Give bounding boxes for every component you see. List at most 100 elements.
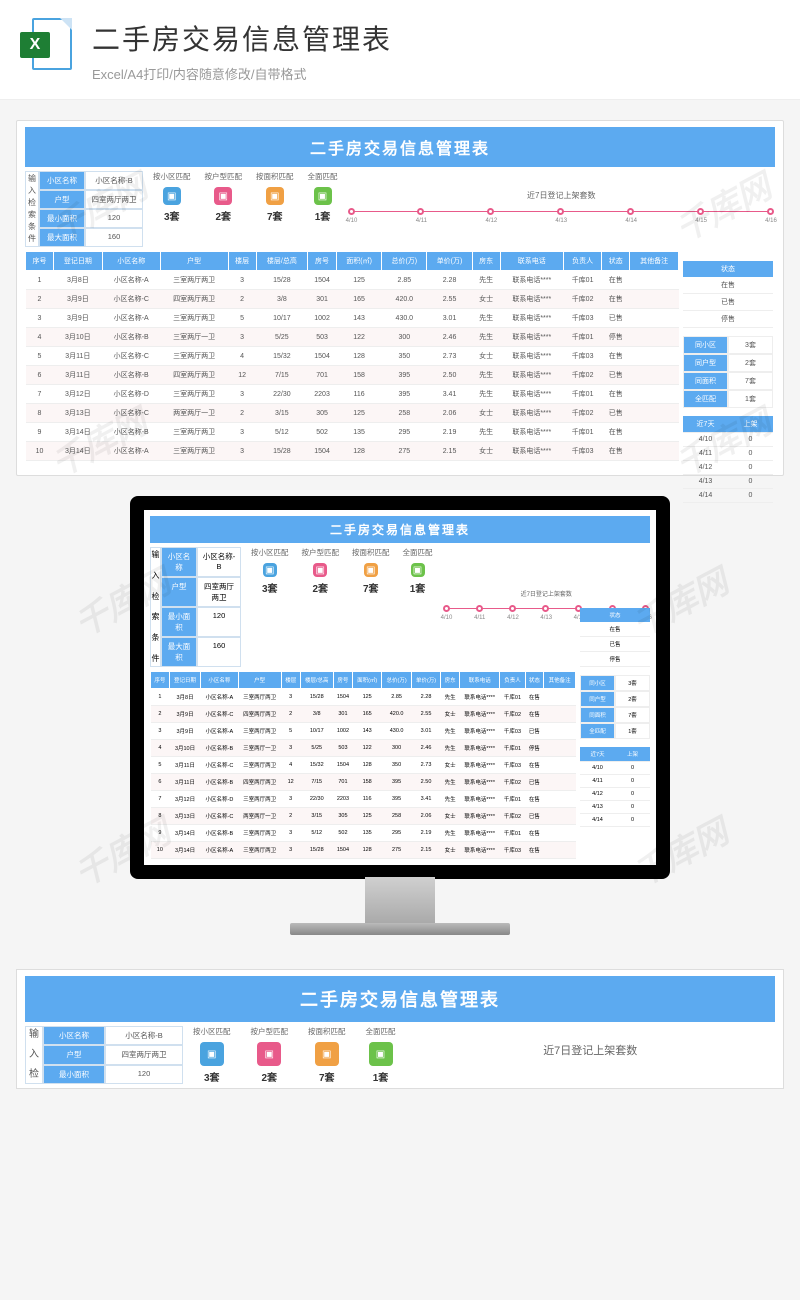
filter-value[interactable]: 小区名称-B	[105, 1026, 183, 1045]
side-panels: 状态 在售已售停售 同小区3套同户型2套同面积7套全匹配1套 近7天上架 4/1…	[683, 261, 773, 511]
table-row[interactable]: 93月14日小区名称-B三室两厅两卫35/125021352952.19先生联系…	[151, 825, 576, 842]
chart-tick	[443, 605, 450, 612]
cell: 116	[352, 791, 381, 808]
column-header[interactable]: 单价(万)	[411, 672, 440, 689]
days-cell: 4/14	[580, 814, 615, 826]
cell: 3.41	[427, 385, 472, 404]
column-header[interactable]: 总价(万)	[382, 672, 411, 689]
cell: 已售	[525, 808, 544, 825]
cell: 先生	[441, 689, 460, 706]
table-row[interactable]: 63月11日小区名称-B四室两厅两卫127/157011583952.50先生联…	[26, 366, 679, 385]
cell: 8	[26, 404, 54, 423]
filter-value[interactable]: 160	[85, 228, 143, 247]
column-header[interactable]: 序号	[151, 672, 170, 689]
table-row[interactable]: 33月9日小区名称-A三室两厅两卫510/171002143430.03.01先…	[26, 309, 679, 328]
filter-label: 最大面积	[39, 228, 85, 247]
status-item: 已售	[683, 294, 773, 310]
column-header[interactable]: 登记日期	[169, 672, 201, 689]
table-row[interactable]: 103月14日小区名称-A三室两厅两卫315/2815041282752.15女…	[26, 442, 679, 461]
filter-value[interactable]: 小区名称-B	[197, 547, 241, 577]
cell: 千库01	[500, 689, 525, 706]
filter-value[interactable]: 四室两厅两卫	[197, 577, 241, 607]
cell: 502	[333, 825, 352, 842]
column-header[interactable]: 面积(㎡)	[352, 672, 381, 689]
monitor-screen: 二手房交易信息管理表 输入检索条件 小区名称小区名称-B户型四室两厅两卫最小面积…	[130, 496, 670, 879]
filter-vertical-label: 输入检索条件	[25, 171, 39, 247]
table-row[interactable]: 43月10日小区名称-B三室两厅一卫35/255031223002.46先生联系…	[26, 328, 679, 347]
table-row[interactable]: 73月12日小区名称-D三室两厅两卫322/3022031163953.41先生…	[151, 791, 576, 808]
cell: 联系电话****	[500, 423, 563, 442]
filter-vertical-label: 输入检索条件	[150, 547, 161, 667]
cell: 女士	[441, 757, 460, 774]
cell: 3	[281, 842, 300, 859]
cell	[544, 723, 576, 740]
match-value: 2套	[728, 354, 773, 372]
cell: 小区名称-B	[102, 328, 160, 347]
table-row[interactable]: 83月13日小区名称-C两室两厅一卫23/153051252582.06女士联系…	[151, 808, 576, 825]
filter-value[interactable]: 120	[197, 607, 241, 637]
column-header[interactable]: 楼层	[281, 672, 300, 689]
table-row[interactable]: 33月9日小区名称-A三室两厅两卫510/171002143430.03.01先…	[151, 723, 576, 740]
match-label: 同小区	[580, 675, 615, 691]
filter-value[interactable]: 160	[197, 637, 241, 667]
column-header[interactable]: 序号	[26, 252, 54, 271]
column-header[interactable]: 负责人	[563, 252, 601, 271]
table-row[interactable]: 93月14日小区名称-B三室两厅两卫35/125021352952.19先生联系…	[26, 423, 679, 442]
table-row[interactable]: 73月12日小区名称-D三室两厅两卫322/3022031163953.41先生…	[26, 385, 679, 404]
column-header[interactable]: 小区名称	[102, 252, 160, 271]
column-header[interactable]: 总价(万)	[382, 252, 427, 271]
filter-value[interactable]: 四室两厅两卫	[85, 190, 143, 209]
table-row[interactable]: 63月11日小区名称-B四室两厅两卫127/157011583952.50先生联…	[151, 774, 576, 791]
days-cell: 4/14	[683, 489, 728, 502]
table-row[interactable]: 13月8日小区名称-A三室两厅两卫315/2815041252.852.28先生…	[151, 689, 576, 706]
filter-value[interactable]: 四室两厅两卫	[105, 1045, 183, 1064]
column-header[interactable]: 房东	[472, 252, 500, 271]
cell: 先生	[441, 740, 460, 757]
page-subtitle: Excel/A4打印/内容随意修改/自带格式	[92, 64, 392, 83]
cell: 2.15	[427, 442, 472, 461]
table-row[interactable]: 53月11日小区名称-C三室两厅两卫415/3215041283502.73女士…	[151, 757, 576, 774]
column-header[interactable]: 负责人	[500, 672, 525, 689]
column-header[interactable]: 户型	[238, 672, 281, 689]
column-header[interactable]: 联系电话	[459, 672, 499, 689]
cell: 165	[336, 290, 381, 309]
column-header[interactable]: 单价(万)	[427, 252, 472, 271]
cell: 联系电话****	[500, 366, 563, 385]
page-header: X 二手房交易信息管理表 Excel/A4打印/内容随意修改/自带格式	[0, 0, 800, 100]
cell: 在售	[525, 842, 544, 859]
table-row[interactable]: 13月8日小区名称-A三室两厅两卫315/2815041252.852.28先生…	[26, 271, 679, 290]
table-row[interactable]: 83月13日小区名称-C两室两厅一卫23/153051252582.06女士联系…	[26, 404, 679, 423]
cell: 3	[228, 423, 256, 442]
table-row[interactable]: 23月9日小区名称-C四室两厅两卫23/8301165420.02.55女士联系…	[151, 706, 576, 723]
monitor-stand-base	[290, 923, 510, 935]
column-header[interactable]: 面积(㎡)	[336, 252, 381, 271]
filter-value[interactable]: 120	[85, 209, 143, 228]
cell: 小区名称-C	[201, 808, 238, 825]
column-header[interactable]: 楼层/总高	[256, 252, 308, 271]
column-header[interactable]: 房号	[333, 672, 352, 689]
column-header[interactable]: 户型	[160, 252, 228, 271]
monitor-mockup: 二手房交易信息管理表 输入检索条件 小区名称小区名称-B户型四室两厅两卫最小面积…	[0, 496, 800, 935]
table-row[interactable]: 43月10日小区名称-B三室两厅一卫35/255031223002.46先生联系…	[151, 740, 576, 757]
cell: 143	[352, 723, 381, 740]
table-row[interactable]: 23月9日小区名称-C四室两厅两卫23/8301165420.02.55女士联系…	[26, 290, 679, 309]
table-row[interactable]: 103月14日小区名称-A三室两厅两卫315/2815041282752.15女…	[151, 842, 576, 859]
chart-tick-label: 4/11	[416, 218, 427, 224]
column-header[interactable]: 房东	[441, 672, 460, 689]
column-header[interactable]: 其他备注	[630, 252, 679, 271]
table-row[interactable]: 53月11日小区名称-C三室两厅两卫415/3215041283502.73女士…	[26, 347, 679, 366]
column-header[interactable]: 楼层	[228, 252, 256, 271]
cell: 2.19	[411, 825, 440, 842]
column-header[interactable]: 状态	[602, 252, 630, 271]
column-header[interactable]: 楼层/总高	[300, 672, 333, 689]
days-cell: 4/12	[683, 461, 728, 474]
column-header[interactable]: 其他备注	[544, 672, 576, 689]
filter-value[interactable]: 小区名称-B	[85, 171, 143, 190]
column-header[interactable]: 小区名称	[201, 672, 238, 689]
column-header[interactable]: 状态	[525, 672, 544, 689]
column-header[interactable]: 联系电话	[500, 252, 563, 271]
filter-value[interactable]: 120	[105, 1065, 183, 1084]
column-header[interactable]: 房号	[308, 252, 337, 271]
cell: 四室两厅两卫	[160, 290, 228, 309]
column-header[interactable]: 登记日期	[54, 252, 103, 271]
